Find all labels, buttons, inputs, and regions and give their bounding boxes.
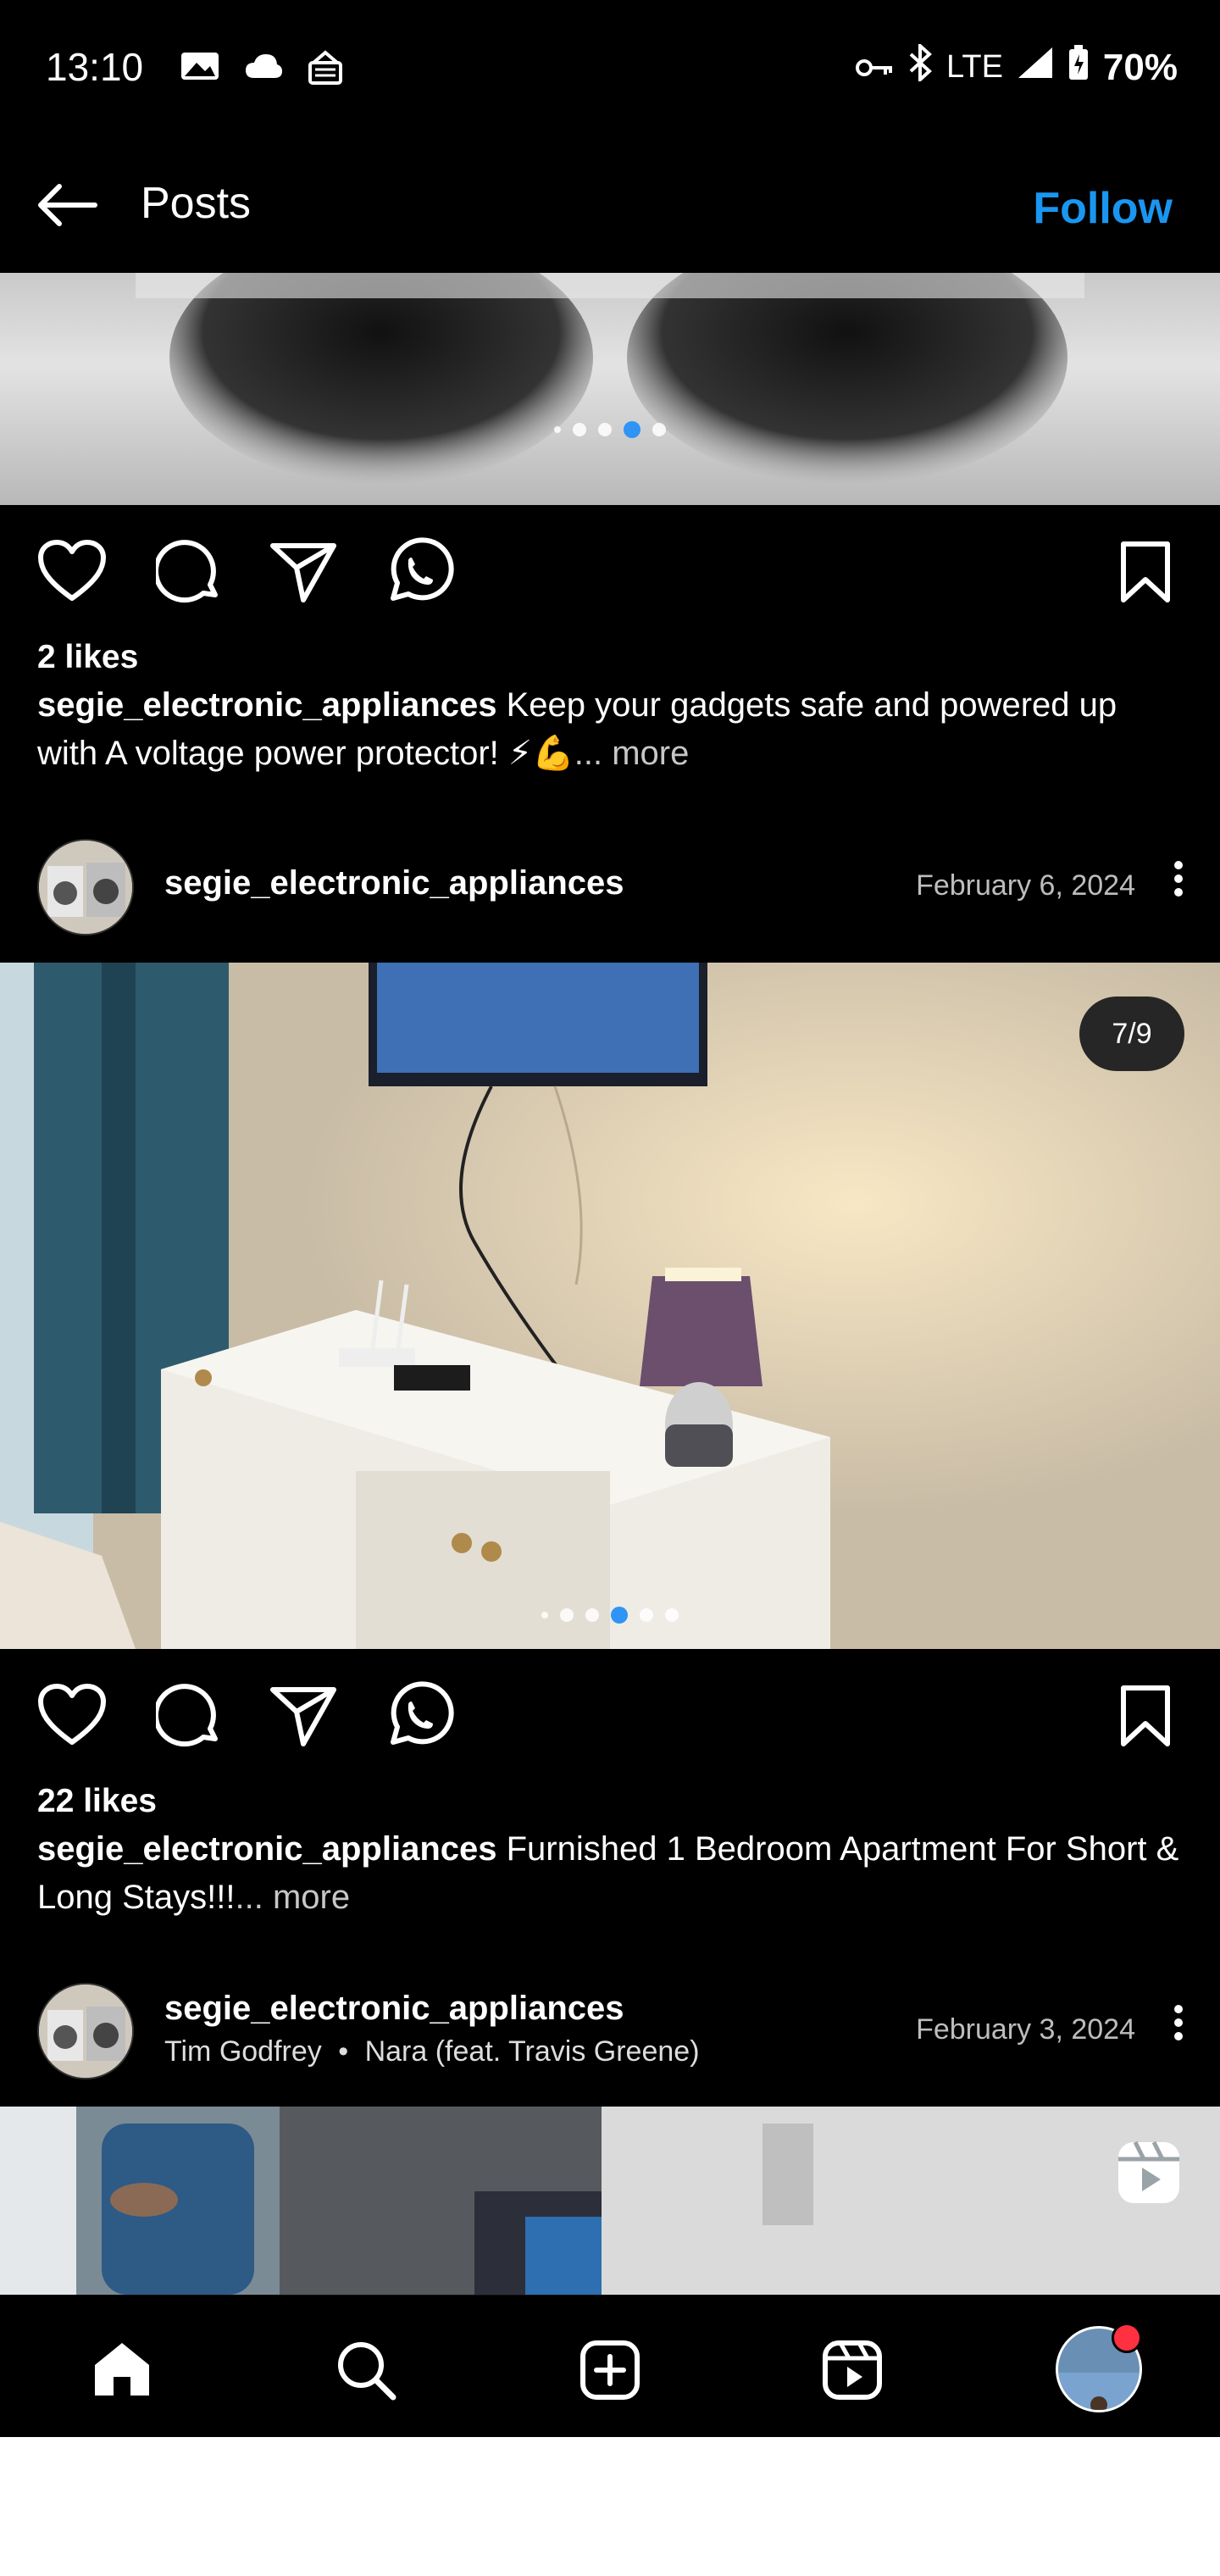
share-icon[interactable] <box>269 541 337 603</box>
post-caption: segie_electronic_appliances Furnished 1 … <box>37 1825 1181 1922</box>
bookmark-icon[interactable] <box>1118 541 1173 603</box>
carousel-dot <box>665 1608 679 1622</box>
carousel-dot <box>640 1608 653 1622</box>
carousel-dot <box>573 423 586 436</box>
carousel-dot <box>560 1608 574 1622</box>
battery-percent: 70% <box>1102 46 1178 88</box>
caption-username[interactable]: segie_electronic_appliances <box>37 1830 497 1868</box>
carousel-indicator <box>554 421 666 438</box>
reels-icon <box>1118 2140 1179 2203</box>
comment-icon[interactable] <box>156 1683 222 1749</box>
network-type: LTE <box>946 49 1003 85</box>
status-time: 13:10 <box>46 45 144 89</box>
carousel-dot <box>652 423 666 436</box>
carousel-dot <box>541 1612 548 1618</box>
post-header: segie_electronic_appliances Tim Godfrey … <box>0 1966 1220 2093</box>
post-caption: segie_electronic_appliances Keep your ga… <box>37 681 1181 778</box>
heart-icon[interactable] <box>37 539 107 603</box>
status-bar: 13:10 LTE 70% <box>0 0 1220 136</box>
caption-username[interactable]: segie_electronic_appliances <box>37 686 497 724</box>
carousel-dot-active <box>624 421 640 438</box>
music-info[interactable]: Tim Godfrey • Nara (feat. Travis Greene) <box>164 2035 700 2068</box>
more-options-icon[interactable] <box>1174 856 1184 902</box>
music-artist: Tim Godfrey <box>164 2035 322 2068</box>
share-icon[interactable] <box>269 1685 337 1747</box>
key-icon <box>855 47 894 89</box>
bluetooth-icon <box>907 42 933 91</box>
carousel-dot <box>598 423 612 436</box>
page-title: Posts <box>141 179 252 228</box>
comment-icon[interactable] <box>156 539 222 605</box>
follow-button[interactable]: Follow <box>1033 183 1173 234</box>
home-icon[interactable] <box>92 2340 152 2399</box>
whatsapp-icon[interactable] <box>385 1681 454 1751</box>
signal-icon <box>1017 46 1054 89</box>
system-nav-area <box>0 2437 1220 2576</box>
more-options-icon[interactable] <box>1174 2000 1184 2046</box>
top-app-bar: Posts Follow <box>0 136 1220 273</box>
post-username[interactable]: segie_electronic_appliances <box>164 864 624 902</box>
avatar[interactable] <box>37 1983 134 2079</box>
post-video[interactable] <box>0 2107 1220 2295</box>
post-image[interactable] <box>0 273 1220 505</box>
post-image[interactable]: 7/9 <box>0 963 1220 1649</box>
arrow-left-icon[interactable] <box>34 180 102 230</box>
more-link[interactable]: ... more <box>574 735 690 772</box>
post-header: segie_electronic_appliances February 6, … <box>0 822 1220 949</box>
more-link[interactable]: ... more <box>235 1879 350 1916</box>
bottom-navigation <box>0 2295 1220 2438</box>
music-song: Nara (feat. Travis Greene) <box>364 2035 700 2068</box>
music-separator: • <box>338 2035 349 2068</box>
post-date: February 3, 2024 <box>916 2013 1135 2046</box>
post-username[interactable]: segie_electronic_appliances <box>164 1990 624 2028</box>
image-counter: 7/9 <box>1079 997 1184 1071</box>
carousel-dot-active <box>611 1607 628 1624</box>
cloud-icon <box>244 53 283 84</box>
post-date: February 6, 2024 <box>916 869 1135 902</box>
bookmark-icon[interactable] <box>1118 1685 1173 1747</box>
sim-icon <box>305 47 346 91</box>
avatar[interactable] <box>37 839 134 935</box>
battery-icon <box>1068 44 1090 91</box>
whatsapp-icon[interactable] <box>385 537 454 607</box>
carousel-dot <box>554 426 561 433</box>
heart-icon[interactable] <box>37 1683 107 1747</box>
carousel-dot <box>585 1608 599 1622</box>
carousel-indicator <box>541 1607 679 1624</box>
likes-count[interactable]: 2 likes <box>37 639 138 676</box>
likes-count[interactable]: 22 likes <box>37 1783 157 1820</box>
post-actions <box>0 525 1220 619</box>
search-icon[interactable] <box>336 2340 396 2401</box>
reels-icon[interactable] <box>822 2340 883 2401</box>
notification-badge <box>1112 2323 1142 2353</box>
create-icon[interactable] <box>580 2340 640 2401</box>
post-actions <box>0 1669 1220 1763</box>
photo-icon <box>180 49 220 87</box>
